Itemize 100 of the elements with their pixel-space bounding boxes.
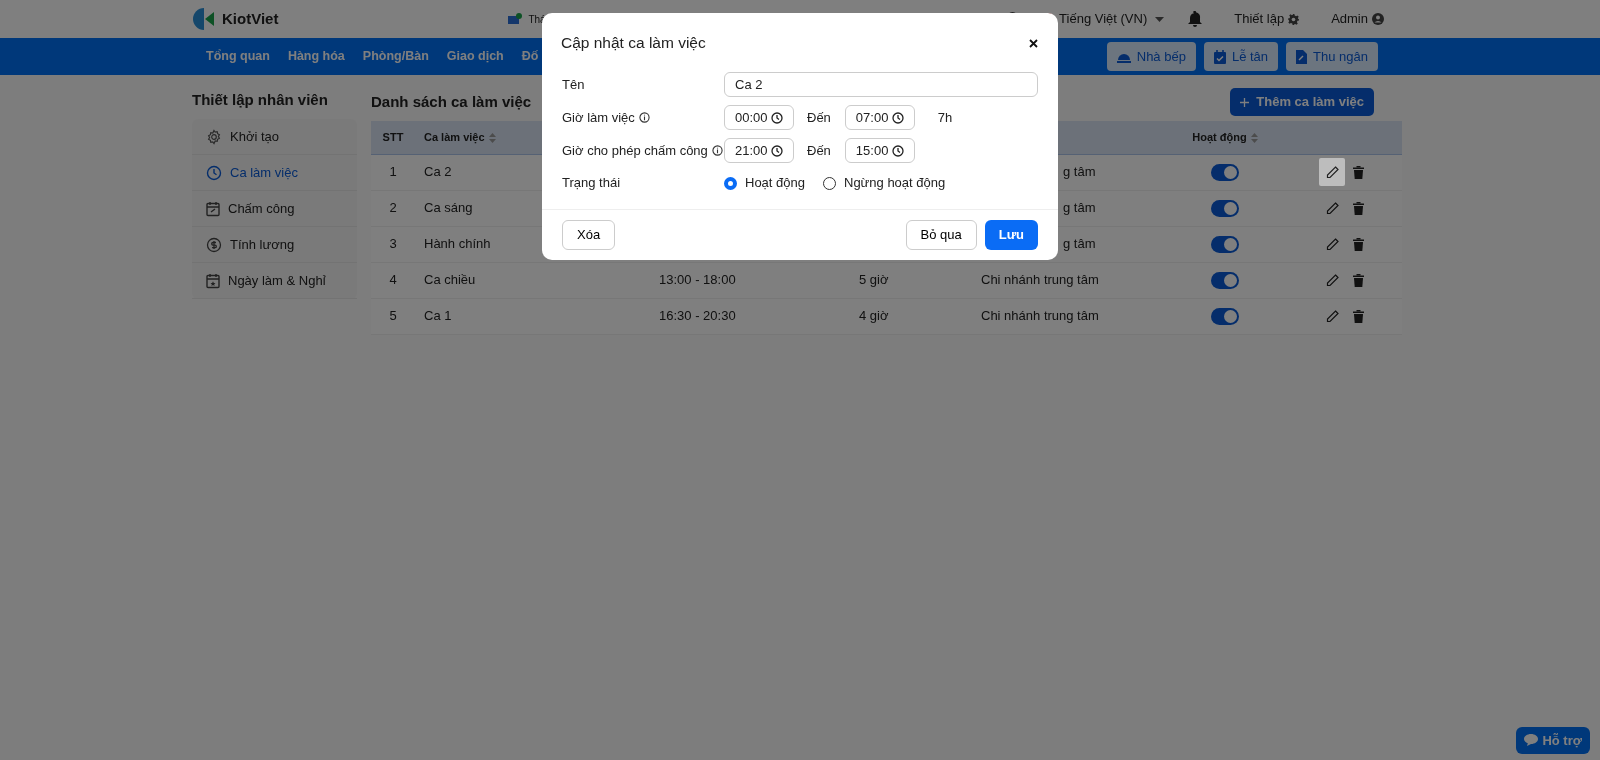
shift-name: Ca 1 (424, 308, 452, 324)
time-field[interactable]: 00:00 (724, 105, 794, 130)
radio-label[interactable]: Hoạt động (745, 173, 805, 193)
chat-icon (1524, 734, 1539, 747)
delete-button[interactable]: Xóa (562, 220, 616, 250)
field-label: Đến (807, 108, 831, 127)
branch-name: Chi nhánh trung tâm (981, 308, 1099, 324)
sort-icon (488, 133, 496, 144)
help-button[interactable]: Hỗ trợ (1516, 726, 1590, 754)
shift-duration: 4 giờ (859, 308, 889, 324)
active-switch[interactable] (1211, 272, 1239, 290)
name-field[interactable]: Ca 2 (724, 72, 1038, 97)
notification-icon (508, 13, 523, 25)
nav-action-button[interactable]: Nhà bếp (1106, 41, 1196, 72)
settings-link[interactable]: Thiết lập (1234, 9, 1285, 29)
column-header: STT (382, 131, 404, 143)
trash-icon (1352, 201, 1364, 215)
nav-link[interactable]: Phòng/Bàn (362, 47, 429, 66)
row-number: 3 (389, 236, 397, 252)
shift-time: 16:30 - 20:30 (659, 308, 736, 324)
shift-name: Ca 2 (424, 164, 452, 180)
column-header[interactable]: Ca làm việc (424, 131, 485, 143)
document-icon (1296, 49, 1308, 64)
field-label: Tên (562, 76, 585, 92)
nav-action-button[interactable]: Thu ngân (1286, 41, 1378, 72)
pencil-icon (1325, 237, 1339, 251)
time-field[interactable]: 07:00 (844, 105, 915, 130)
shift-name: Ca chiều (424, 272, 476, 288)
pencil-icon (1325, 201, 1339, 215)
field-label: Giờ cho phép chấm công (562, 141, 708, 160)
trash-icon (1352, 165, 1364, 179)
clock-icon (771, 111, 783, 124)
calendar-icon (1213, 49, 1226, 64)
plus-icon (1240, 98, 1250, 108)
sidebar-item[interactable]: Khởi tạo (192, 119, 357, 155)
clock-icon (771, 144, 783, 157)
info-icon (638, 112, 650, 123)
shift-time: 13:00 - 18:00 (659, 272, 736, 288)
branch-name: Chi nhánh trung tâm (981, 272, 1099, 288)
user-menu[interactable]: Admin (1331, 9, 1368, 29)
trash-icon (1352, 273, 1364, 287)
trash-icon (1352, 309, 1364, 323)
row-number: 1 (389, 164, 397, 180)
row-number: 4 (389, 272, 397, 288)
active-switch[interactable] (1211, 164, 1239, 182)
row-number: 5 (389, 308, 397, 324)
user-icon (1372, 13, 1384, 25)
total-hours: 7h (937, 108, 953, 127)
close-icon[interactable] (1029, 38, 1038, 48)
pencil-icon (1325, 309, 1339, 323)
nav-link[interactable]: Tổng quan (206, 47, 270, 66)
sort-icon (1250, 133, 1258, 144)
nav-link[interactable]: Giao dịch (446, 47, 504, 66)
save-button[interactable]: Lưu (984, 220, 1038, 250)
add-shift-button[interactable]: Thêm ca làm việc (1230, 88, 1374, 116)
clock-icon (891, 111, 904, 124)
branch-name: g tâm (1063, 236, 1096, 252)
nav-link[interactable]: Đố (521, 47, 539, 66)
row-number: 2 (389, 200, 397, 216)
bell-icon (1188, 11, 1203, 27)
calendar-icon (206, 200, 220, 217)
cancel-button[interactable]: Bỏ qua (905, 220, 977, 250)
language-selector[interactable]: Tiếng Việt (VN) (1059, 9, 1148, 29)
list-title: Danh sách ca làm việc (371, 91, 532, 112)
info-icon (711, 145, 723, 156)
time-field[interactable]: 15:00 (844, 138, 915, 163)
column-header[interactable]: Hoạt động (1192, 131, 1247, 143)
pencil-icon (1325, 165, 1339, 179)
settings-icon (1288, 13, 1300, 25)
nav-action-button[interactable]: Lễ tân (1203, 41, 1279, 72)
clock-icon (891, 144, 904, 157)
gear-icon (206, 128, 222, 145)
shift-name: Hành chính (424, 236, 491, 252)
calendar-icon (206, 272, 220, 289)
branch-name: g tâm (1063, 164, 1096, 180)
dialog-title: Cập nhật ca làm việc (561, 33, 706, 54)
sidebar-item[interactable]: Tính lương (192, 227, 357, 263)
active-switch[interactable] (1211, 308, 1239, 326)
sidebar-title: Thiết lập nhân viên (192, 90, 329, 110)
pencil-icon (1325, 273, 1339, 287)
brand-name: KiotViet (222, 8, 279, 29)
caret-icon (1155, 16, 1165, 22)
radio-label[interactable]: Ngừng hoạt động (844, 173, 946, 193)
shift-duration: 5 giờ (859, 272, 889, 288)
time-field[interactable]: 21:00 (724, 138, 794, 163)
field-label: Đến (807, 141, 831, 160)
nav-link[interactable]: Hàng hóa (287, 47, 345, 66)
active-switch[interactable] (1211, 236, 1239, 254)
sidebar-item[interactable]: Chấm công (192, 191, 357, 227)
radio-button[interactable] (724, 176, 737, 190)
field-label: Trạng thái (562, 175, 621, 191)
edit-button[interactable] (1319, 158, 1345, 186)
shift-name: Ca sáng (424, 200, 473, 216)
sidebar-item[interactable]: Ca làm việc (192, 155, 357, 191)
active-switch[interactable] (1211, 200, 1239, 218)
clock-icon (206, 164, 222, 181)
field-label: Giờ làm việc (562, 108, 635, 127)
sidebar-item[interactable]: Ngày làm & Nghỉ (192, 263, 357, 299)
dollar-icon (206, 236, 222, 253)
trash-icon (1352, 237, 1364, 251)
